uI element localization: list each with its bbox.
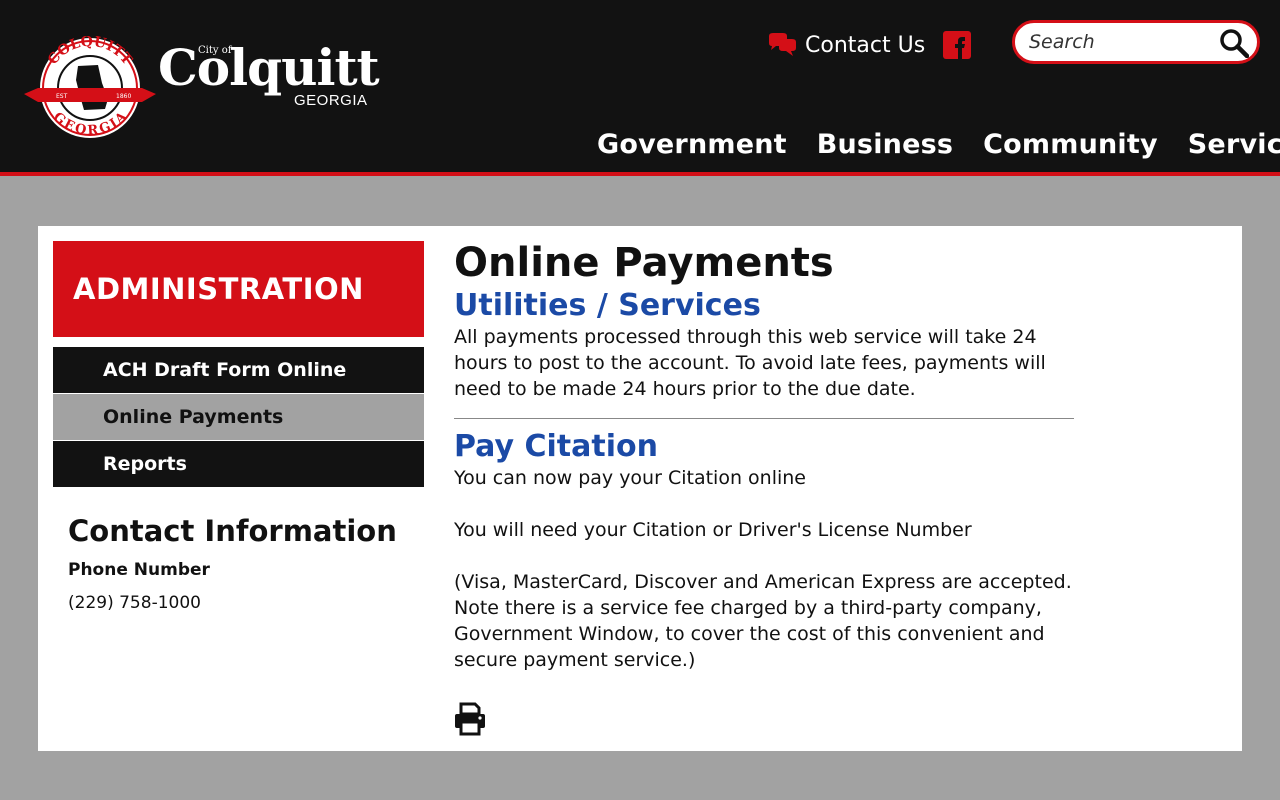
search-box xyxy=(1012,20,1260,64)
contact-us-label: Contact Us xyxy=(805,32,926,58)
seal-right-text: 1860 xyxy=(116,93,131,100)
facebook-icon[interactable] xyxy=(943,31,971,59)
brand-wordmark[interactable]: Colquitt City of GEORGIA xyxy=(158,38,380,118)
sidebar-item-online-payments[interactable]: Online Payments xyxy=(53,394,424,440)
page-title: Online Payments xyxy=(454,240,834,286)
search-icon[interactable] xyxy=(1219,28,1249,58)
pay-citation-link[interactable]: Pay Citation xyxy=(454,429,658,464)
site-header: EST 1860 COLQUITT GEORGIA Colquitt City … xyxy=(0,0,1280,172)
contact-us-link[interactable]: Contact Us xyxy=(767,30,925,60)
seal-left-text: EST xyxy=(56,93,68,100)
content-card: ADMINISTRATION ACH Draft Form Online Onl… xyxy=(38,226,1242,751)
utilities-description: All payments processed through this web … xyxy=(454,326,1046,400)
nav-business[interactable]: Business xyxy=(802,122,968,168)
header-red-border xyxy=(0,172,1280,176)
phone-label: Phone Number xyxy=(68,560,210,580)
nav-community[interactable]: Community xyxy=(968,122,1173,168)
sidebar-item-label: ACH Draft Form Online xyxy=(103,359,347,381)
citation-line-2: You will need your Citation or Driver's … xyxy=(454,519,972,541)
citation-payment-note: (Visa, MasterCard, Discover and American… xyxy=(454,571,1072,671)
phone-number[interactable]: (229) 758-1000 xyxy=(68,593,201,613)
search-input[interactable] xyxy=(1029,30,1209,54)
brand-name: Colquitt xyxy=(158,38,380,97)
brand-city-of: City of xyxy=(198,45,232,56)
sidebar-section-title[interactable]: ADMINISTRATION xyxy=(53,241,424,337)
city-seal-logo[interactable]: EST 1860 COLQUITT GEORGIA xyxy=(22,36,158,140)
sidebar-item-label: Reports xyxy=(103,453,187,475)
nav-services[interactable]: Services xyxy=(1173,122,1280,168)
sidebar-item-reports[interactable]: Reports xyxy=(53,441,424,487)
main-nav: Government Business Community Services xyxy=(582,122,1280,168)
sidebar-item-ach-draft-form[interactable]: ACH Draft Form Online xyxy=(53,347,424,393)
chat-bubbles-icon xyxy=(769,33,796,56)
sidebar-item-label: Online Payments xyxy=(103,406,284,428)
nav-government[interactable]: Government xyxy=(582,122,802,168)
sidebar-title-label: ADMINISTRATION xyxy=(73,272,364,306)
print-icon[interactable] xyxy=(454,702,486,736)
utilities-services-link[interactable]: Utilities / Services xyxy=(454,288,761,323)
section-divider xyxy=(454,418,1074,419)
citation-line-1: You can now pay your Citation online xyxy=(454,467,806,489)
brand-state: GEORGIA xyxy=(294,92,368,109)
contact-info-heading: Contact Information xyxy=(68,514,397,548)
